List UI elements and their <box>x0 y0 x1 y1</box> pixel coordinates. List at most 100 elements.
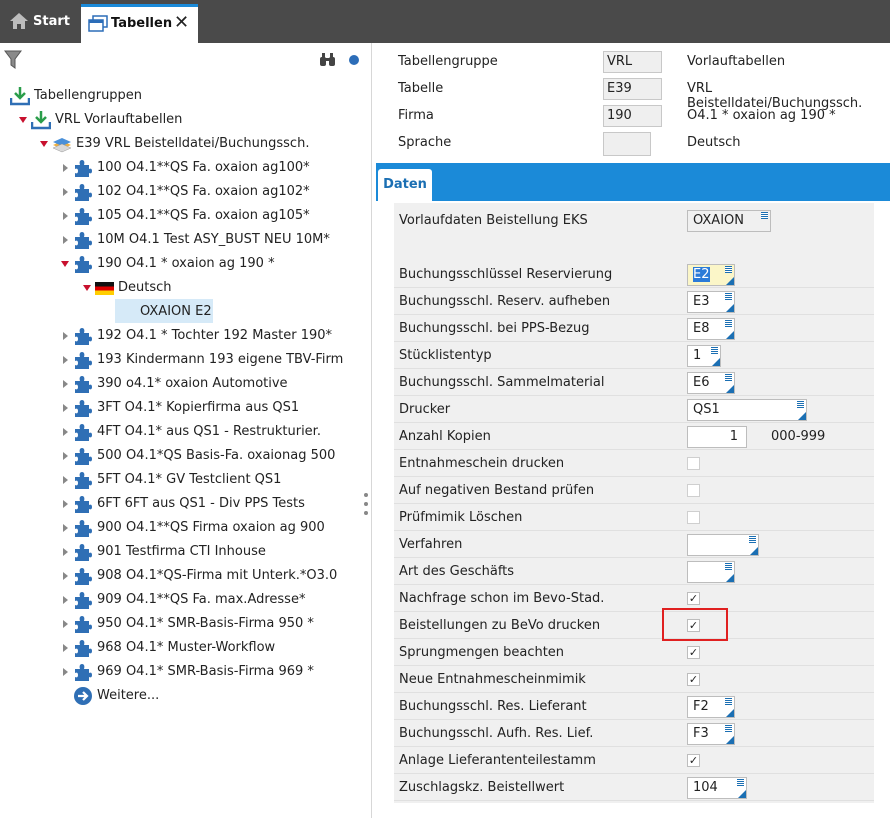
puzzle-icon <box>75 208 92 225</box>
tree-item-firm[interactable]: 901 Testfirma CTI Inhouse <box>0 541 360 563</box>
checkbox[interactable]: ✓ <box>687 646 700 659</box>
field-label: Auf negativen Bestand prüfen <box>399 483 595 498</box>
collapsed-arrow-icon[interactable] <box>63 452 68 460</box>
collapsed-arrow-icon[interactable] <box>63 572 68 580</box>
puzzle-icon <box>75 376 92 393</box>
expanded-arrow-icon[interactable] <box>61 261 69 267</box>
puzzle-icon <box>75 472 92 489</box>
tree-item-firm[interactable]: 900 O4.1**QS Firma oxaion ag 900 <box>0 517 360 539</box>
tree-item-firm[interactable]: 105 O4.1**QS Fa. oxaion ag105* <box>0 205 360 227</box>
tree-item-firm[interactable]: 390 o4.1* oxaion Automotive <box>0 373 360 395</box>
collapsed-arrow-icon[interactable] <box>63 476 68 484</box>
input-field[interactable] <box>687 561 735 583</box>
tree-item-label: 100 O4.1**QS Fa. oxaion ag100* <box>97 160 310 175</box>
tree-item-firm[interactable]: 6FT 6FT aus QS1 - Div PPS Tests <box>0 493 360 515</box>
form-row-vorlaufdaten: Vorlaufdaten Beistellung EKS OXAION <box>394 207 874 234</box>
collapsed-arrow-icon[interactable] <box>63 500 68 508</box>
collapsed-arrow-icon[interactable] <box>63 356 68 364</box>
tree-item-oxaion-e2[interactable]: OXAION E2 <box>0 301 360 323</box>
form-row: Buchungsschl. Aufh. Res. Lief. F3 <box>394 720 874 747</box>
tree-item-firm[interactable]: 909 O4.1**QS Fa. max.Adresse* <box>0 589 360 611</box>
arrow-right-circle-icon[interactable] <box>73 686 93 706</box>
tree-item-e39[interactable]: E39 VRL Beistelldatei/Buchungssch. <box>0 133 360 155</box>
tree-item-label: 5FT O4.1* GV Testclient QS1 <box>97 472 282 487</box>
input-field[interactable]: 1 <box>687 345 721 367</box>
tree-item-firm[interactable]: 102 O4.1**QS Fa. oxaion ag102* <box>0 181 360 203</box>
field-value: OXAION <box>693 213 744 228</box>
input-field[interactable]: F2 <box>687 696 735 718</box>
form-row: Anzahl Kopien 1 000-999 <box>394 423 874 450</box>
collapsed-arrow-icon[interactable] <box>63 236 68 244</box>
form-row: Buchungsschl. bei PPS-Bezug E8 <box>394 315 874 342</box>
tree-item-weitere[interactable]: Weitere... <box>0 685 360 707</box>
collapsed-arrow-icon[interactable] <box>63 428 68 436</box>
status-dot-icon[interactable] <box>349 55 359 65</box>
collapsed-arrow-icon[interactable] <box>63 188 68 196</box>
input-field[interactable]: E8 <box>687 318 735 340</box>
field-label: Verfahren <box>399 537 463 552</box>
expanded-arrow-icon[interactable] <box>19 117 27 123</box>
collapsed-arrow-icon[interactable] <box>63 548 68 556</box>
input-field[interactable]: F3 <box>687 723 735 745</box>
tree-item-vrl[interactable]: VRL Vorlauftabellen <box>0 109 360 131</box>
tree-item-label: OXAION E2 <box>140 304 212 319</box>
checkbox[interactable] <box>687 511 700 524</box>
tree-item-firm[interactable]: 10M O4.1 Test ASY_BUST NEU 10M* <box>0 229 360 251</box>
header-label: Sprache <box>398 135 452 150</box>
checkbox[interactable]: ✓ <box>687 754 700 767</box>
tree-item-firm[interactable]: 3FT O4.1* Kopierfirma aus QS1 <box>0 397 360 419</box>
tree-item-firm-190[interactable]: 190 O4.1 * oxaion ag 190 * <box>0 253 360 275</box>
tab-tabellen[interactable]: Tabellen ✕ <box>81 4 198 43</box>
collapsed-arrow-icon[interactable] <box>63 524 68 532</box>
input-field[interactable]: E6 <box>687 372 735 394</box>
collapsed-arrow-icon[interactable] <box>63 620 68 628</box>
tree-item-firm[interactable]: 950 O4.1* SMR-Basis-Firma 950 * <box>0 613 360 635</box>
tab-start[interactable]: Start <box>0 0 78 43</box>
checkbox[interactable] <box>687 484 700 497</box>
tree-item-deutsch[interactable]: Deutsch <box>0 277 360 299</box>
input-field[interactable]: 1 <box>687 426 747 448</box>
tree-item-firm[interactable]: 908 O4.1*QS-Firma mit Unterk.*O3.0 <box>0 565 360 587</box>
tree-item-firm[interactable]: 192 O4.1 * Tochter 192 Master 190* <box>0 325 360 347</box>
tab-daten[interactable]: Daten <box>378 169 432 201</box>
tree-item-firm[interactable]: 500 O4.1*QS Basis-Fa. oxaionag 500 <box>0 445 360 467</box>
filter-icon[interactable] <box>4 50 22 70</box>
puzzle-icon <box>75 664 92 681</box>
tree-item-firm[interactable]: 193 Kindermann 193 eigene TBV-Firm <box>0 349 360 371</box>
input-field[interactable]: E2 <box>687 264 735 286</box>
checkbox[interactable] <box>687 457 700 470</box>
form-row: Verfahren <box>394 531 874 558</box>
input-field[interactable]: E3 <box>687 291 735 313</box>
daten-tab-bar: Daten <box>376 163 890 201</box>
puzzle-icon <box>75 616 92 633</box>
puzzle-icon <box>75 352 92 369</box>
tree-item-tabellengruppen[interactable]: Tabellengruppen <box>0 85 360 107</box>
collapsed-arrow-icon[interactable] <box>63 380 68 388</box>
collapsed-arrow-icon[interactable] <box>63 332 68 340</box>
tree-item-firm[interactable]: 4FT O4.1* aus QS1 - Restrukturier. <box>0 421 360 443</box>
collapsed-arrow-icon[interactable] <box>63 668 68 676</box>
list-icon <box>797 401 804 408</box>
checkbox[interactable]: ✓ <box>687 592 700 605</box>
tree-item-firm[interactable]: 100 O4.1**QS Fa. oxaion ag100* <box>0 157 360 179</box>
tree-item-firm[interactable]: 969 O4.1* SMR-Basis-Firma 969 * <box>0 661 360 683</box>
binoculars-icon[interactable] <box>319 52 336 67</box>
expanded-arrow-icon[interactable] <box>40 141 48 147</box>
input-field[interactable]: QS1 <box>687 399 807 421</box>
collapsed-arrow-icon[interactable] <box>63 644 68 652</box>
close-icon[interactable]: ✕ <box>174 12 189 33</box>
tree-item-firm[interactable]: 968 O4.1* Muster-Workflow <box>0 637 360 659</box>
splitter-handle[interactable] <box>364 493 369 523</box>
collapsed-arrow-icon[interactable] <box>63 404 68 412</box>
collapsed-arrow-icon[interactable] <box>63 164 68 172</box>
collapsed-arrow-icon[interactable] <box>63 596 68 604</box>
input-field[interactable]: 104 <box>687 777 747 799</box>
input-field[interactable] <box>687 534 759 556</box>
tree-item-label: 908 O4.1*QS-Firma mit Unterk.*O3.0 <box>97 568 338 583</box>
tree-item-firm[interactable]: 5FT O4.1* GV Testclient QS1 <box>0 469 360 491</box>
checkbox[interactable]: ✓ <box>687 673 700 686</box>
expanded-arrow-icon[interactable] <box>83 285 91 291</box>
field-label: Entnahmeschein drucken <box>399 456 565 471</box>
collapsed-arrow-icon[interactable] <box>63 212 68 220</box>
list-icon <box>725 563 732 570</box>
